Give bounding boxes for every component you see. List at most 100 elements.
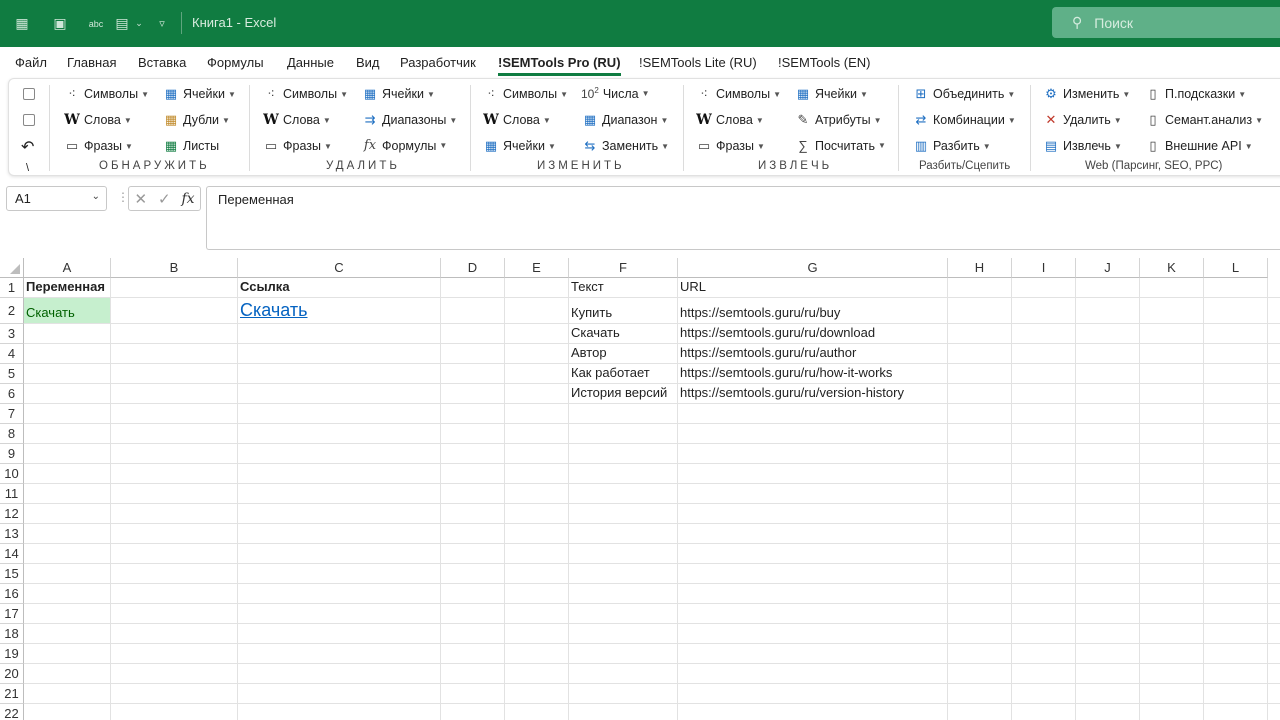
row-header-20[interactable]: 20 bbox=[0, 664, 24, 684]
row-header-15[interactable]: 15 bbox=[0, 564, 24, 584]
format-dropdown-icon[interactable]: ⌄ bbox=[134, 0, 144, 47]
formula-input[interactable]: Переменная bbox=[206, 186, 1280, 250]
tab-home[interactable]: Главная bbox=[67, 55, 116, 70]
row-header-10[interactable]: 10 bbox=[0, 464, 24, 484]
row-header-13[interactable]: 13 bbox=[0, 524, 24, 544]
delete-cells-button[interactable]: ▦ Ячейки ▼ bbox=[361, 86, 435, 102]
row-header-8[interactable]: 8 bbox=[0, 424, 24, 444]
cancel-icon[interactable]: ✕ bbox=[134, 190, 147, 208]
row-header-14[interactable]: 14 bbox=[0, 544, 24, 564]
save-icon[interactable]: ▣ bbox=[48, 0, 72, 47]
detect-phrases-button[interactable]: ▭ Фразы ▼ bbox=[63, 138, 133, 154]
tab-semtools-en[interactable]: !SEMTools (EN) bbox=[778, 55, 870, 70]
insert-function-icon[interactable]: fx bbox=[181, 191, 194, 207]
tab-semtools-lite[interactable]: !SEMTools Lite (RU) bbox=[639, 55, 757, 70]
cell-A1[interactable]: Переменная bbox=[24, 278, 110, 297]
change-words-button[interactable]: W Слова ▼ bbox=[482, 112, 551, 128]
spreadsheet-grid[interactable]: A B C D E F G H I J K L 1 2 3 4 5 6 7 8 9 10 11 12 13 14 15 16 17 18 1… bbox=[0, 258, 1280, 720]
extract-symbols-button[interactable]: ⁖ Символы ▼ bbox=[695, 86, 781, 102]
column-header-L[interactable]: L bbox=[1204, 258, 1268, 278]
customize-toolbar-icon[interactable]: ▿ bbox=[154, 0, 170, 47]
cell-G5[interactable]: https://semtools.guru/ru/how-it-works bbox=[678, 364, 947, 383]
extract-attributes-button[interactable]: ✎ Атрибуты ▼ bbox=[794, 112, 882, 128]
row-header-4[interactable]: 4 bbox=[0, 344, 24, 364]
row-header-22[interactable]: 22 bbox=[0, 704, 24, 720]
row-header-12[interactable]: 12 bbox=[0, 504, 24, 524]
row-header-11[interactable]: 11 bbox=[0, 484, 24, 504]
extract-words-button[interactable]: W Слова ▼ bbox=[695, 112, 764, 128]
change-numbers-button[interactable]: 102 Числа ▼ bbox=[581, 86, 650, 101]
web-api-button[interactable]: ▯ Внешние API ▼ bbox=[1144, 138, 1252, 154]
delete-symbols-button[interactable]: ⁖ Символы ▼ bbox=[262, 86, 348, 102]
row-header-3[interactable]: 3 bbox=[0, 324, 24, 344]
detect-words-button[interactable]: W Слова ▼ bbox=[63, 112, 132, 128]
confirm-icon[interactable]: ✓ bbox=[158, 190, 171, 208]
combinations-button[interactable]: ⇄ Комбинации ▼ bbox=[912, 112, 1016, 128]
checkbox-2[interactable] bbox=[23, 114, 35, 126]
row-header-16[interactable]: 16 bbox=[0, 584, 24, 604]
cell-F3[interactable]: Скачать bbox=[569, 324, 677, 343]
tab-insert[interactable]: Вставка bbox=[138, 55, 186, 70]
name-box[interactable]: A1 ⌄ bbox=[6, 186, 107, 211]
split-button[interactable]: ▥ Разбить ▼ bbox=[912, 138, 991, 154]
column-header-I[interactable]: I bbox=[1012, 258, 1076, 278]
cell-C1[interactable]: Ссылка bbox=[238, 278, 440, 297]
tab-data[interactable]: Данные bbox=[287, 55, 334, 70]
tab-formulas[interactable]: Формулы bbox=[207, 55, 264, 70]
cell-G3[interactable]: https://semtools.guru/ru/download bbox=[678, 324, 947, 343]
format-icon[interactable]: ▤ bbox=[112, 0, 132, 47]
select-all-corner[interactable] bbox=[0, 258, 24, 278]
extract-phrases-button[interactable]: ▭ Фразы ▼ bbox=[695, 138, 765, 154]
spellcheck-icon[interactable]: abc bbox=[86, 0, 106, 47]
change-symbols-button[interactable]: ⁖ Символы ▼ bbox=[482, 86, 568, 102]
column-header-K[interactable]: K bbox=[1140, 258, 1204, 278]
web-semantic-button[interactable]: ▯ Семант.анализ ▼ bbox=[1144, 112, 1263, 128]
cell-G1[interactable]: URL bbox=[678, 278, 947, 297]
row-header-5[interactable]: 5 bbox=[0, 364, 24, 384]
row-header-18[interactable]: 18 bbox=[0, 624, 24, 644]
column-header-J[interactable]: J bbox=[1076, 258, 1140, 278]
cell-C2[interactable]: Скачать bbox=[238, 298, 440, 323]
column-header-D[interactable]: D bbox=[441, 258, 505, 278]
change-cells-button[interactable]: ▦ Ячейки ▼ bbox=[482, 138, 556, 154]
undo-icon[interactable]: ↶ bbox=[21, 137, 34, 157]
delete-formulas-button[interactable]: fx Формулы ▼ bbox=[361, 138, 447, 153]
delete-ranges-button[interactable]: ⇉ Диапазоны ▼ bbox=[361, 112, 458, 128]
cell-F4[interactable]: Автор bbox=[569, 344, 677, 363]
cell-F5[interactable]: Как работает bbox=[569, 364, 677, 383]
column-header-A[interactable]: A bbox=[24, 258, 111, 278]
cell-G2[interactable]: https://semtools.guru/ru/buy bbox=[678, 298, 947, 323]
column-header-C[interactable]: C bbox=[238, 258, 441, 278]
row-header-17[interactable]: 17 bbox=[0, 604, 24, 624]
column-header-G[interactable]: G bbox=[678, 258, 948, 278]
detect-symbols-button[interactable]: ⁖ Символы ▼ bbox=[63, 86, 149, 102]
column-header-H[interactable]: H bbox=[948, 258, 1012, 278]
change-range-button[interactable]: ▦ Диапазон ▼ bbox=[581, 112, 669, 128]
row-header-2[interactable]: 2 bbox=[0, 298, 24, 324]
extract-count-button[interactable]: ∑ Посчитать ▼ bbox=[794, 138, 886, 153]
cell-F1[interactable]: Текст bbox=[569, 278, 677, 297]
cell-G6[interactable]: https://semtools.guru/ru/version-history bbox=[678, 384, 947, 403]
tab-view[interactable]: Вид bbox=[356, 55, 380, 70]
web-modify-button[interactable]: ⚙ Изменить ▼ bbox=[1042, 86, 1130, 102]
detect-cells-button[interactable]: ▦ Ячейки ▼ bbox=[162, 86, 236, 102]
row-header-21[interactable]: 21 bbox=[0, 684, 24, 704]
column-header-F[interactable]: F bbox=[569, 258, 678, 278]
cell-G4[interactable]: https://semtools.guru/ru/author bbox=[678, 344, 947, 363]
row-header-1[interactable]: 1 bbox=[0, 278, 24, 298]
web-hints-button[interactable]: ▯ П.подсказки ▼ bbox=[1144, 86, 1246, 102]
row-header-9[interactable]: 9 bbox=[0, 444, 24, 464]
change-replace-button[interactable]: ⇆ Заменить ▼ bbox=[581, 138, 670, 154]
detect-sheets-button[interactable]: ▦ Листы bbox=[162, 138, 219, 154]
column-header-B[interactable]: B bbox=[111, 258, 238, 278]
cell-F2[interactable]: Купить bbox=[569, 298, 677, 323]
web-extract-button[interactable]: ▤ Извлечь ▼ bbox=[1042, 138, 1122, 154]
cell-A2[interactable]: Скачать bbox=[24, 298, 110, 323]
tab-semtools-pro[interactable]: !SEMTools Pro (RU) bbox=[498, 55, 621, 76]
merge-button[interactable]: ⊞ Объединить ▼ bbox=[912, 86, 1016, 102]
row-header-19[interactable]: 19 bbox=[0, 644, 24, 664]
column-header-E[interactable]: E bbox=[505, 258, 569, 278]
extract-cells-button[interactable]: ▦ Ячейки ▼ bbox=[794, 86, 868, 102]
detect-dupes-button[interactable]: ▦ Дубли ▼ bbox=[162, 112, 230, 128]
tab-file[interactable]: Файл bbox=[15, 55, 47, 70]
